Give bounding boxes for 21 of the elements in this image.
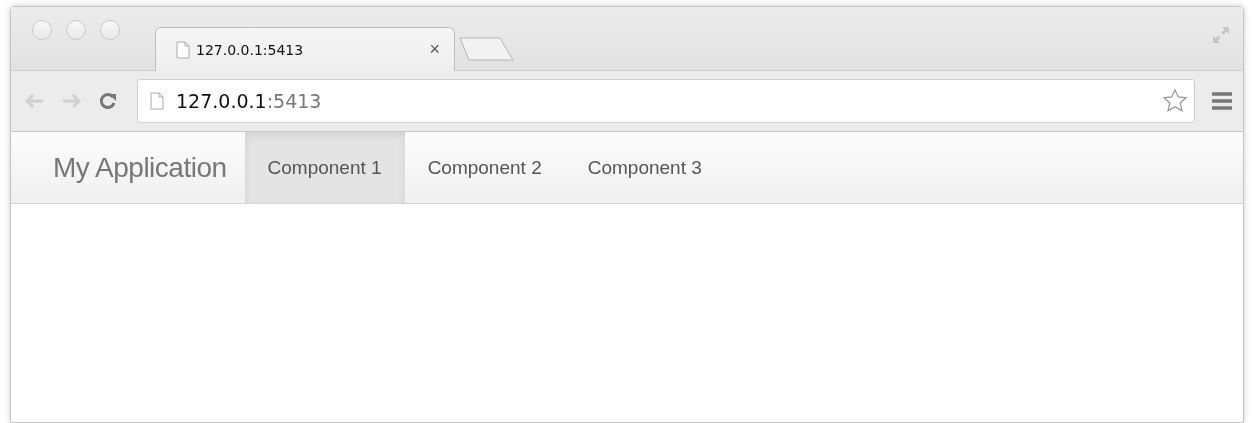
close-tab-button[interactable]: × (429, 39, 440, 60)
reload-icon[interactable] (99, 92, 117, 110)
page-icon (176, 40, 190, 59)
star-icon[interactable] (1162, 88, 1188, 114)
window-control-icon[interactable] (32, 20, 52, 40)
window-control-icon[interactable] (100, 20, 120, 40)
browser-tab[interactable]: 127.0.0.1:5413 × (155, 27, 455, 71)
menu-icon[interactable] (1211, 92, 1233, 110)
forward-icon[interactable] (61, 92, 83, 110)
tab-title: 127.0.0.1:5413 (196, 41, 304, 58)
nav-link[interactable]: Component 2 (404, 132, 565, 203)
url-text: 127.0.0.1:5413 (176, 90, 322, 112)
new-tab-button[interactable] (459, 36, 515, 62)
window-control-icon[interactable] (66, 20, 86, 40)
brand-title[interactable]: My Application (11, 132, 245, 203)
fullscreen-icon[interactable] (1211, 25, 1231, 45)
nav-link[interactable]: Component 1 (244, 132, 405, 203)
back-icon[interactable] (23, 92, 45, 110)
address-field[interactable]: 127.0.0.1:5413 (137, 79, 1195, 123)
nav-link[interactable]: Component 3 (564, 132, 725, 203)
page-icon (150, 92, 164, 110)
